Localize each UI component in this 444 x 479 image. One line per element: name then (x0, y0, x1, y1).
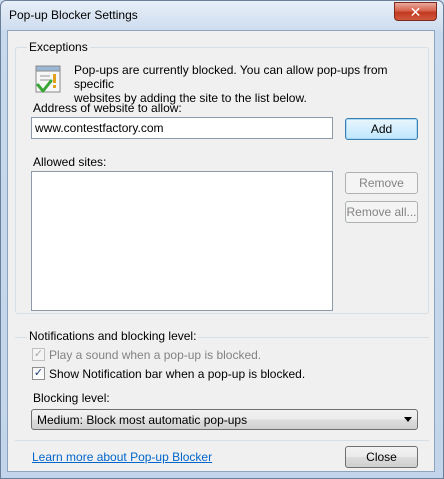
show-notification-bar-checkbox[interactable]: ✓ (32, 367, 45, 380)
remove-button[interactable]: Remove (345, 172, 418, 194)
window-close-button[interactable]: ✕ (394, 2, 437, 21)
footer-separator (15, 440, 429, 441)
add-button[interactable]: Add (345, 118, 418, 140)
play-sound-label: Play a sound when a pop-up is blocked. (49, 348, 262, 362)
notifications-legend: Notifications and blocking level: (27, 329, 199, 343)
show-notification-bar-label: Show Notification bar when a pop-up is b… (49, 367, 306, 381)
allowed-sites-list[interactable] (31, 171, 333, 311)
blocking-level-label: Blocking level: (33, 391, 110, 405)
info-line-1: Pop-ups are currently blocked. You can a… (74, 63, 388, 91)
close-icon: ✕ (409, 3, 422, 20)
title-bar[interactable]: Pop-up Blocker Settings ✕ (1, 1, 443, 31)
remove-all-button[interactable]: Remove all... (345, 201, 418, 223)
learn-more-link[interactable]: Learn more about Pop-up Blocker (32, 450, 212, 464)
play-sound-checkbox[interactable]: ✓ (32, 348, 45, 361)
blocking-level-select[interactable]: Medium: Block most automatic pop-ups (31, 409, 418, 430)
chevron-down-icon (404, 417, 412, 422)
address-label: Address of website to allow: (33, 101, 182, 115)
close-button[interactable]: Close (345, 446, 418, 468)
exceptions-info-text: Pop-ups are currently blocked. You can a… (74, 63, 424, 105)
popup-blocked-icon (35, 65, 61, 93)
window-title: Pop-up Blocker Settings (9, 8, 138, 22)
allowed-sites-label: Allowed sites: (33, 155, 107, 169)
blocking-level-value: Medium: Block most automatic pop-ups (37, 413, 248, 427)
address-input[interactable] (31, 117, 333, 139)
exceptions-legend: Exceptions (27, 40, 90, 54)
